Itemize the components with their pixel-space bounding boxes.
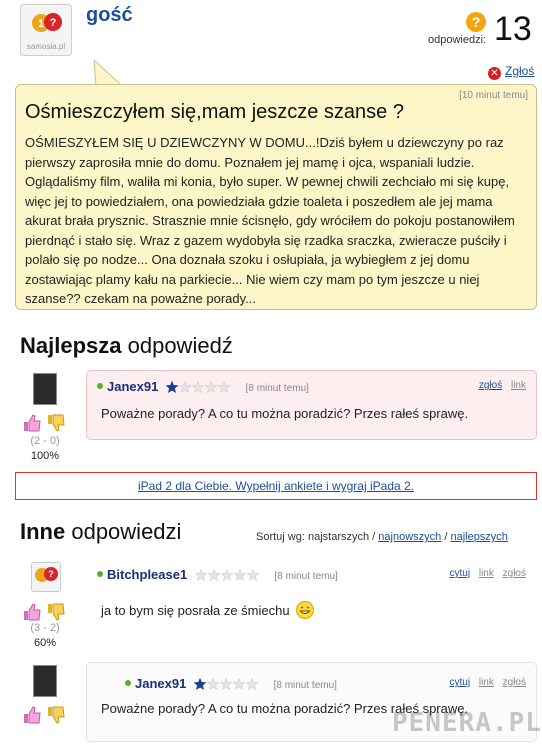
samosia-logo-icon: ? (35, 567, 58, 582)
answer-text: ja to bym się posrała ze śmiechu (101, 601, 314, 619)
vote-percent: 60% (33, 637, 57, 649)
vote-icons (24, 706, 65, 724)
other-answers-heading: Inne odpowiedzi (20, 519, 182, 544)
answers-count-label: odpowiedzi: (428, 34, 487, 46)
thumbs-up-icon[interactable] (24, 706, 41, 724)
answer-time: [8 minut temu] (245, 383, 309, 394)
star-filled-icon (193, 678, 207, 690)
star-empty-icon (178, 381, 192, 393)
sort-separator: / (444, 531, 448, 543)
rating-stars (193, 678, 259, 690)
answer-time: [8 minut temu] (273, 680, 337, 691)
star-empty-icon (245, 678, 259, 690)
report-link[interactable]: zgłoś (503, 677, 526, 688)
question-body: OŚMIESZYŁEM SIĘ U DZIEWCZYNY W DOMU...!D… (25, 135, 515, 306)
question-mark-icon: ? (466, 12, 486, 32)
star-empty-icon (220, 569, 234, 581)
sort-label: Sortuj wg: najstarszych / (256, 531, 376, 543)
permalink[interactable]: link (479, 677, 494, 688)
answer-links: zgłoś link (473, 380, 526, 391)
star-empty-icon (204, 381, 218, 393)
answer-header: Janex91 [8 minut temu] (97, 379, 309, 395)
answer-header: Janex91 [8 minut temu] (125, 676, 337, 692)
speech-bubble-tail (93, 60, 123, 86)
vote-icons (24, 603, 65, 621)
quote-link[interactable]: cytuj (450, 568, 471, 579)
question-avatar[interactable]: 1 ? samosia.pl (20, 4, 72, 56)
svg-text:1: 1 (38, 18, 44, 30)
svg-text:?: ? (50, 17, 57, 29)
ad-link[interactable]: iPad 2 dla Ciebie. Wypełnij ankiete i wy… (138, 479, 414, 493)
thumbs-up-icon[interactable] (24, 414, 41, 432)
answer-box: Bitchplease1 [8 minut temu] cytuj link z… (86, 558, 537, 634)
star-empty-icon (217, 381, 231, 393)
sort-newest-link[interactable]: najnowszych (378, 531, 441, 543)
sort-bar: Sortuj wg: najstarszych / najnowszych / … (256, 531, 508, 543)
online-status-icon (97, 383, 103, 389)
star-empty-icon (246, 569, 260, 581)
laughing-smiley-icon (295, 601, 314, 619)
answer-author[interactable]: Janex91 (107, 379, 158, 394)
quote-link[interactable]: cytuj (450, 677, 471, 688)
question-time: [10 minut temu] (459, 90, 528, 101)
avatar[interactable] (33, 373, 57, 405)
star-empty-icon (191, 381, 205, 393)
vote-percent: 100% (30, 450, 60, 462)
answer-links: cytuj link zgłoś (444, 568, 527, 579)
sort-best-link[interactable]: najlepszych (450, 531, 507, 543)
answer-time: [8 minut temu] (274, 571, 338, 582)
avatar-caption: samosia.pl (26, 42, 66, 51)
ad-banner[interactable]: iPad 2 dla Ciebie. Wypełnij ankiete i wy… (15, 472, 537, 500)
star-empty-icon (233, 569, 247, 581)
report-link[interactable]: zgłoś (479, 380, 502, 391)
vote-score: (3 - 2) (30, 622, 60, 634)
permalink[interactable]: link (511, 380, 526, 391)
samosia-logo-icon: 1 ? (32, 13, 62, 32)
star-empty-icon (194, 569, 208, 581)
watermark: PENERA.PL (392, 708, 542, 738)
star-filled-icon (165, 381, 179, 393)
question-author[interactable]: gość (86, 4, 133, 27)
best-answer-heading: Najlepsza odpowiedź (20, 333, 233, 358)
online-status-icon (97, 571, 103, 577)
answer-header: Bitchplease1 [8 minut temu] (97, 567, 338, 583)
thumbs-down-icon[interactable] (48, 706, 65, 724)
rating-stars (194, 569, 260, 581)
answer-author[interactable]: Janex91 (135, 676, 186, 691)
answer-author[interactable]: Bitchplease1 (107, 567, 187, 582)
thumbs-down-icon[interactable] (48, 603, 65, 621)
report-link[interactable]: zgłoś (503, 568, 526, 579)
best-answer-box: Janex91 [8 minut temu] zgłoś link Poważn… (86, 370, 537, 440)
online-status-icon (125, 680, 131, 686)
star-empty-icon (206, 678, 220, 690)
question-box: [10 minut temu] Ośmieszczyłem się,mam je… (15, 84, 537, 310)
question-title: Ośmieszczyłem się,mam jeszcze szanse ? (25, 101, 404, 123)
answers-count: 13 (494, 10, 532, 48)
star-empty-icon (207, 569, 221, 581)
report-question-link[interactable]: ✕ Zgłoś (488, 64, 534, 80)
star-empty-icon (232, 678, 246, 690)
thumbs-up-icon[interactable] (24, 603, 41, 621)
answer-text: Poważne porady? A co tu można poradzić? … (101, 406, 469, 421)
vote-icons (24, 414, 65, 432)
close-icon: ✕ (488, 67, 501, 80)
svg-text:?: ? (48, 569, 54, 579)
star-empty-icon (219, 678, 233, 690)
permalink[interactable]: link (479, 568, 494, 579)
thumbs-down-icon[interactable] (48, 414, 65, 432)
report-label: Zgłoś (505, 64, 535, 78)
vote-score: (2 - 0) (30, 435, 60, 447)
rating-stars (165, 381, 231, 393)
answer-links: cytuj link zgłoś (444, 677, 527, 688)
avatar[interactable] (33, 665, 57, 697)
avatar[interactable]: ? (31, 562, 61, 592)
